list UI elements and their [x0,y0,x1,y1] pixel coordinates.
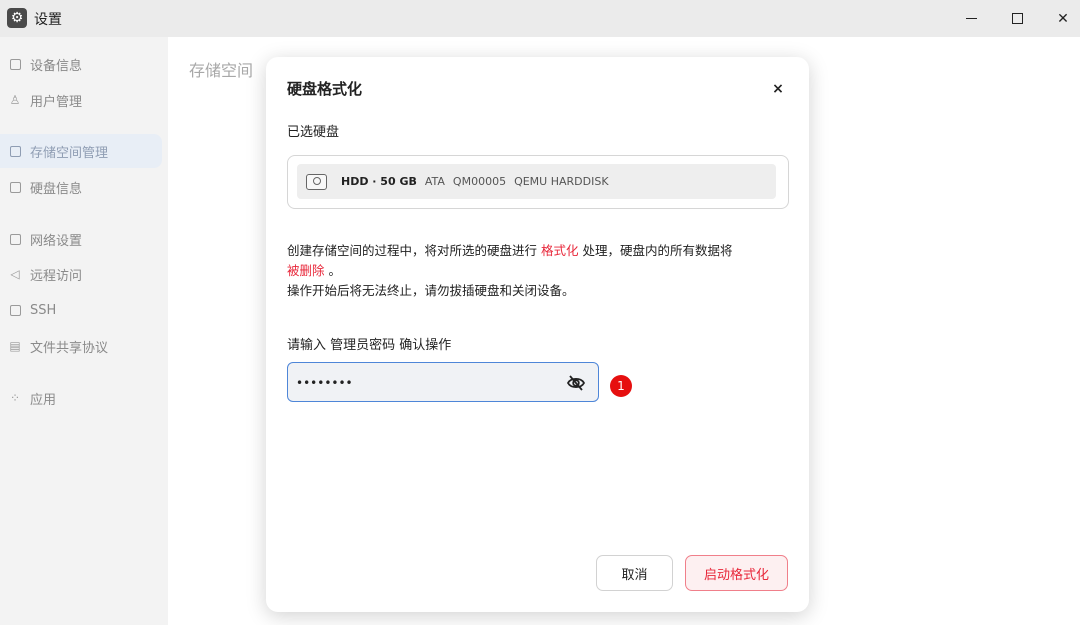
minimize-button[interactable] [948,0,994,37]
selected-disk-label: 已选硬盘 [287,125,340,140]
warning-highlight-delete: 被删除 [287,263,325,278]
minimize-icon [965,18,977,19]
disk-name: HDD · 50 GB [341,175,417,188]
format-warning: 创建存储空间的过程中，将对所选的硬盘进行 格式化 处理，硬盘内的所有数据将 被删… [287,241,789,301]
window-title: 设置 [34,12,62,28]
disk-item: HDD · 50 GB ATA QM00005 QEMU HARDDISK [297,164,776,199]
password-label: 请输入 管理员密码 确认操作 [287,338,452,353]
eye-off-icon[interactable] [566,373,586,393]
password-input[interactable] [296,374,556,392]
step-marker: 1 [610,375,632,397]
disk-interface: ATA [424,175,445,188]
close-window-button[interactable]: ✕ [1040,0,1080,37]
warning-text-line2: 操作开始后将无法终止，请勿拔插硬盘和关闭设备。 [287,283,575,298]
disk-serial: QM00005 [452,175,507,188]
dialog-title: 硬盘格式化 [287,80,363,98]
disk-model: QEMU HARDDISK [514,175,609,188]
gear-icon: ⚙ [7,8,27,28]
hard-disk-icon [306,173,327,190]
title-bar: ⚙ 设置 ✕ [0,0,1080,37]
close-icon: ✕ [1057,10,1069,27]
maximize-button[interactable] [994,0,1040,37]
warning-text: 处理，硬盘内的所有数据将 [578,243,733,258]
maximize-icon [1011,13,1023,24]
close-icon: × [772,81,784,97]
warning-highlight-format: 格式化 [540,243,579,258]
cancel-button[interactable]: 取消 [596,555,673,591]
dialog-close-button[interactable]: × [768,79,788,99]
warning-text: 。 [324,263,341,278]
start-format-button[interactable]: 启动格式化 [685,555,788,591]
selected-disk-list: HDD · 50 GB ATA QM00005 QEMU HARDDISK [287,155,789,209]
format-disk-dialog: 硬盘格式化 × 已选硬盘 HDD · 50 GB ATA QM00005 QEM… [266,57,809,612]
warning-text: 创建存储空间的过程中，将对所选的硬盘进行 [287,243,541,258]
password-field[interactable] [287,362,599,402]
